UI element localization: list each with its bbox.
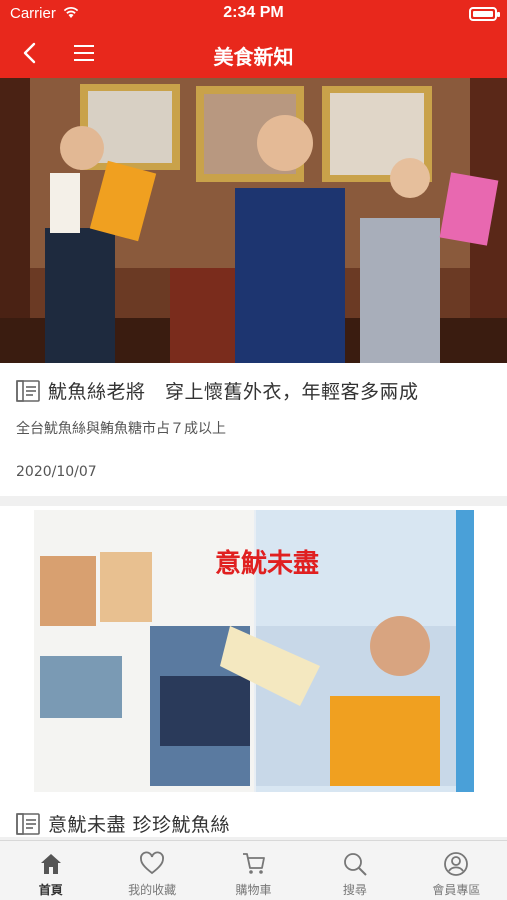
- article-photo[interactable]: [0, 78, 507, 363]
- user-icon: [444, 852, 469, 876]
- tab-favorites[interactable]: 我的收藏: [101, 841, 202, 900]
- article-subtitle: 全台魷魚絲與鮪魚糖市占７成以上: [16, 421, 226, 437]
- tab-label: 購物車: [235, 883, 272, 897]
- magazine-headline: 意魷未盡: [215, 548, 319, 579]
- document-icon: [16, 812, 40, 835]
- tab-bar: 首頁 我的收藏 購物車 搜尋 會員專區: [0, 840, 507, 900]
- tab-search[interactable]: 搜尋: [304, 841, 405, 900]
- article-title-row: 魷魚絲老將 穿上懷舊外衣，年輕客多兩成: [0, 363, 507, 404]
- tab-label: 我的收藏: [128, 883, 177, 897]
- cart-icon: [242, 853, 265, 874]
- article-magazine-image[interactable]: 意魷未盡: [0, 506, 507, 796]
- article-card[interactable]: 意魷未盡 意魷未盡 珍珍魷魚絲: [0, 506, 507, 837]
- article-card[interactable]: 魷魚絲老將 穿上懷舊外衣，年輕客多兩成 全台魷魚絲與鮪魚糖市占７成以上 2020…: [0, 78, 507, 496]
- tab-label: 會員專區: [432, 883, 481, 897]
- tab-member[interactable]: 會員專區: [406, 841, 507, 900]
- nav-bar: 美食新知: [0, 28, 507, 78]
- article-date: 2020/10/07: [16, 464, 97, 480]
- tab-home[interactable]: 首頁: [0, 841, 101, 900]
- heart-icon: [140, 851, 165, 875]
- article-title[interactable]: 魷魚絲老將 穿上懷舊外衣，年輕客多兩成: [48, 377, 419, 404]
- article-title-row: 意魷未盡 珍珍魷魚絲: [0, 796, 507, 837]
- tab-label: 首頁: [38, 883, 63, 897]
- document-icon: [16, 379, 40, 402]
- clock: 2:34 PM: [223, 4, 284, 21]
- home-icon: [40, 854, 61, 874]
- article-feed[interactable]: 魷魚絲老將 穿上懷舊外衣，年輕客多兩成 全台魷魚絲與鮪魚糖市占７成以上 2020…: [0, 78, 507, 840]
- tab-cart[interactable]: 購物車: [203, 841, 304, 900]
- page-title: 美食新知: [213, 45, 294, 69]
- search-icon: [344, 853, 367, 876]
- article-title[interactable]: 意魷未盡 珍珍魷魚絲: [48, 810, 230, 837]
- tab-label: 搜尋: [342, 883, 367, 897]
- status-bar: Carrier 2:34 PM: [0, 0, 507, 28]
- battery-icon: [469, 7, 500, 21]
